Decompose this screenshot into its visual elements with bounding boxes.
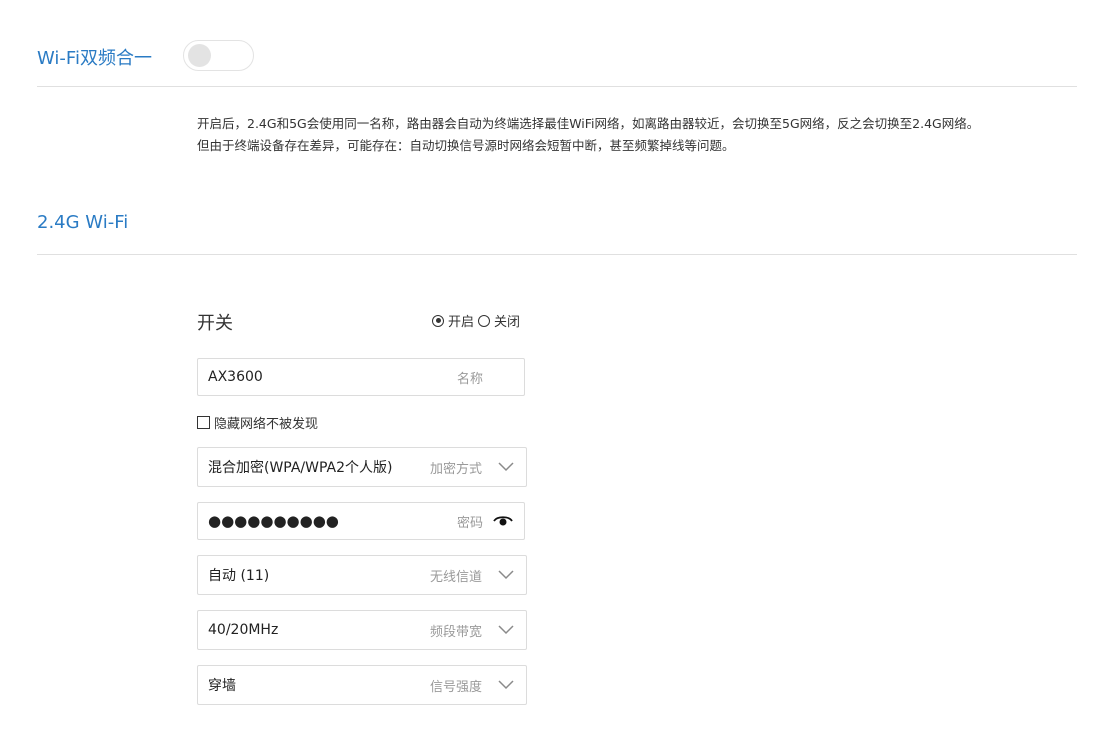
signal-strength-select[interactable]: 穿墙 信号强度: [197, 665, 527, 705]
encryption-hint: 加密方式: [430, 461, 483, 477]
wifi-24g-title: 2.4G Wi-Fi: [37, 212, 129, 233]
wifi-settings-page: Wi-Fi双频合一 开启后，2.4G和5G会使用同一名称，路由器会自动为终端选择…: [0, 0, 1099, 733]
switch-off-label: 关闭: [494, 315, 521, 330]
channel-value: 自动 (11): [208, 568, 270, 584]
chevron-down-icon: [498, 680, 514, 690]
hide-network-label: 隐藏网络不被发现: [214, 417, 319, 432]
switch-on-option[interactable]: 开启: [432, 311, 474, 330]
bandwidth-value: 40/20MHz: [208, 622, 279, 638]
signal-strength-hint: 信号强度: [430, 679, 483, 695]
signal-strength-value: 穿墙: [208, 678, 236, 694]
radio-off[interactable]: [478, 314, 491, 327]
password-value: ●●●●●●●●●●: [208, 512, 339, 530]
ssid-value: AX3600: [208, 369, 263, 385]
encryption-select[interactable]: 混合加密(WPA/WPA2个人版) 加密方式: [197, 447, 527, 487]
channel-hint: 无线信道: [430, 569, 483, 585]
hide-network-row: 隐藏网络不被发现: [197, 413, 318, 432]
section-divider: [37, 86, 1077, 87]
description-line-1: 开启后，2.4G和5G会使用同一名称，路由器会自动为终端选择最佳WiFi网络，如…: [197, 116, 980, 131]
switch-radio-group: 开启 关闭: [432, 311, 524, 330]
eye-icon[interactable]: [493, 515, 513, 527]
chevron-down-icon: [498, 462, 514, 472]
description-line-2: 但由于终端设备存在差异，可能存在：自动切换信号源时网络会短暂中断，甚至频繁掉线等…: [197, 138, 735, 153]
dual-band-title: Wi-Fi双频合一: [37, 48, 152, 69]
chevron-down-icon: [498, 625, 514, 635]
section-divider: [37, 254, 1077, 255]
chevron-down-icon: [498, 570, 514, 580]
switch-label: 开关: [197, 313, 233, 334]
dual-band-description: 开启后，2.4G和5G会使用同一名称，路由器会自动为终端选择最佳WiFi网络，如…: [197, 113, 979, 157]
channel-select[interactable]: 自动 (11) 无线信道: [197, 555, 527, 595]
radio-on[interactable]: [432, 314, 444, 327]
toggle-knob: [188, 44, 211, 67]
switch-off-option[interactable]: 关闭: [478, 311, 520, 330]
ssid-hint: 名称: [457, 371, 484, 387]
password-hint: 密码: [457, 515, 484, 531]
bandwidth-select[interactable]: 40/20MHz 频段带宽: [197, 610, 527, 650]
ssid-input[interactable]: AX3600 名称: [197, 358, 525, 396]
dual-band-toggle[interactable]: [183, 40, 254, 71]
encryption-value: 混合加密(WPA/WPA2个人版): [208, 460, 393, 476]
hide-network-checkbox[interactable]: [197, 416, 210, 429]
bandwidth-hint: 频段带宽: [430, 624, 483, 640]
switch-on-label: 开启: [448, 315, 475, 330]
password-input[interactable]: ●●●●●●●●●● 密码: [197, 502, 525, 540]
